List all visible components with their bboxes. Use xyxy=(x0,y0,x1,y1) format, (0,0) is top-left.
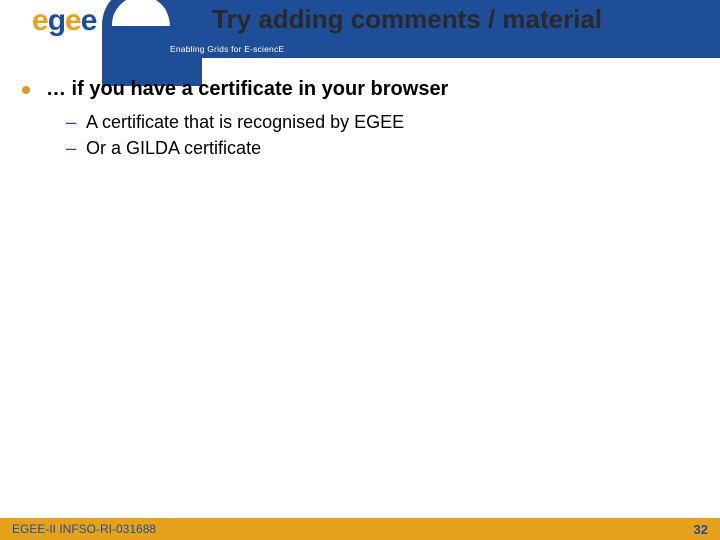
dash-icon: – xyxy=(66,137,76,159)
footer-reference: EGEE-II INFSO-RI-031688 xyxy=(12,522,156,536)
slide: egee Try adding comments / material Enab… xyxy=(0,0,720,540)
bullet-dot-icon xyxy=(22,86,30,94)
page-number: 32 xyxy=(694,522,708,537)
dash-icon: – xyxy=(66,111,76,133)
sub-bullet-text: A certificate that is recognised by EGEE xyxy=(86,111,404,133)
logo-text: egee xyxy=(32,4,96,38)
slide-subtitle: Enabling Grids for E-sciencE xyxy=(170,44,284,54)
bullet-level1: … if you have a certificate in your brow… xyxy=(22,78,698,101)
slide-title: Try adding comments / material xyxy=(212,4,712,35)
sub-bullet-list: – A certificate that is recognised by EG… xyxy=(66,111,698,159)
bullet-text: … if you have a certificate in your brow… xyxy=(46,78,448,101)
slide-body: … if you have a certificate in your brow… xyxy=(22,78,698,163)
bullet-level2: – A certificate that is recognised by EG… xyxy=(66,111,698,133)
slide-footer: EGEE-II INFSO-RI-031688 32 xyxy=(0,518,720,540)
sub-bullet-text: Or a GILDA certificate xyxy=(86,137,261,159)
slide-header: egee Try adding comments / material Enab… xyxy=(0,0,720,56)
bullet-level2: – Or a GILDA certificate xyxy=(66,137,698,159)
egee-logo: egee xyxy=(4,0,174,58)
